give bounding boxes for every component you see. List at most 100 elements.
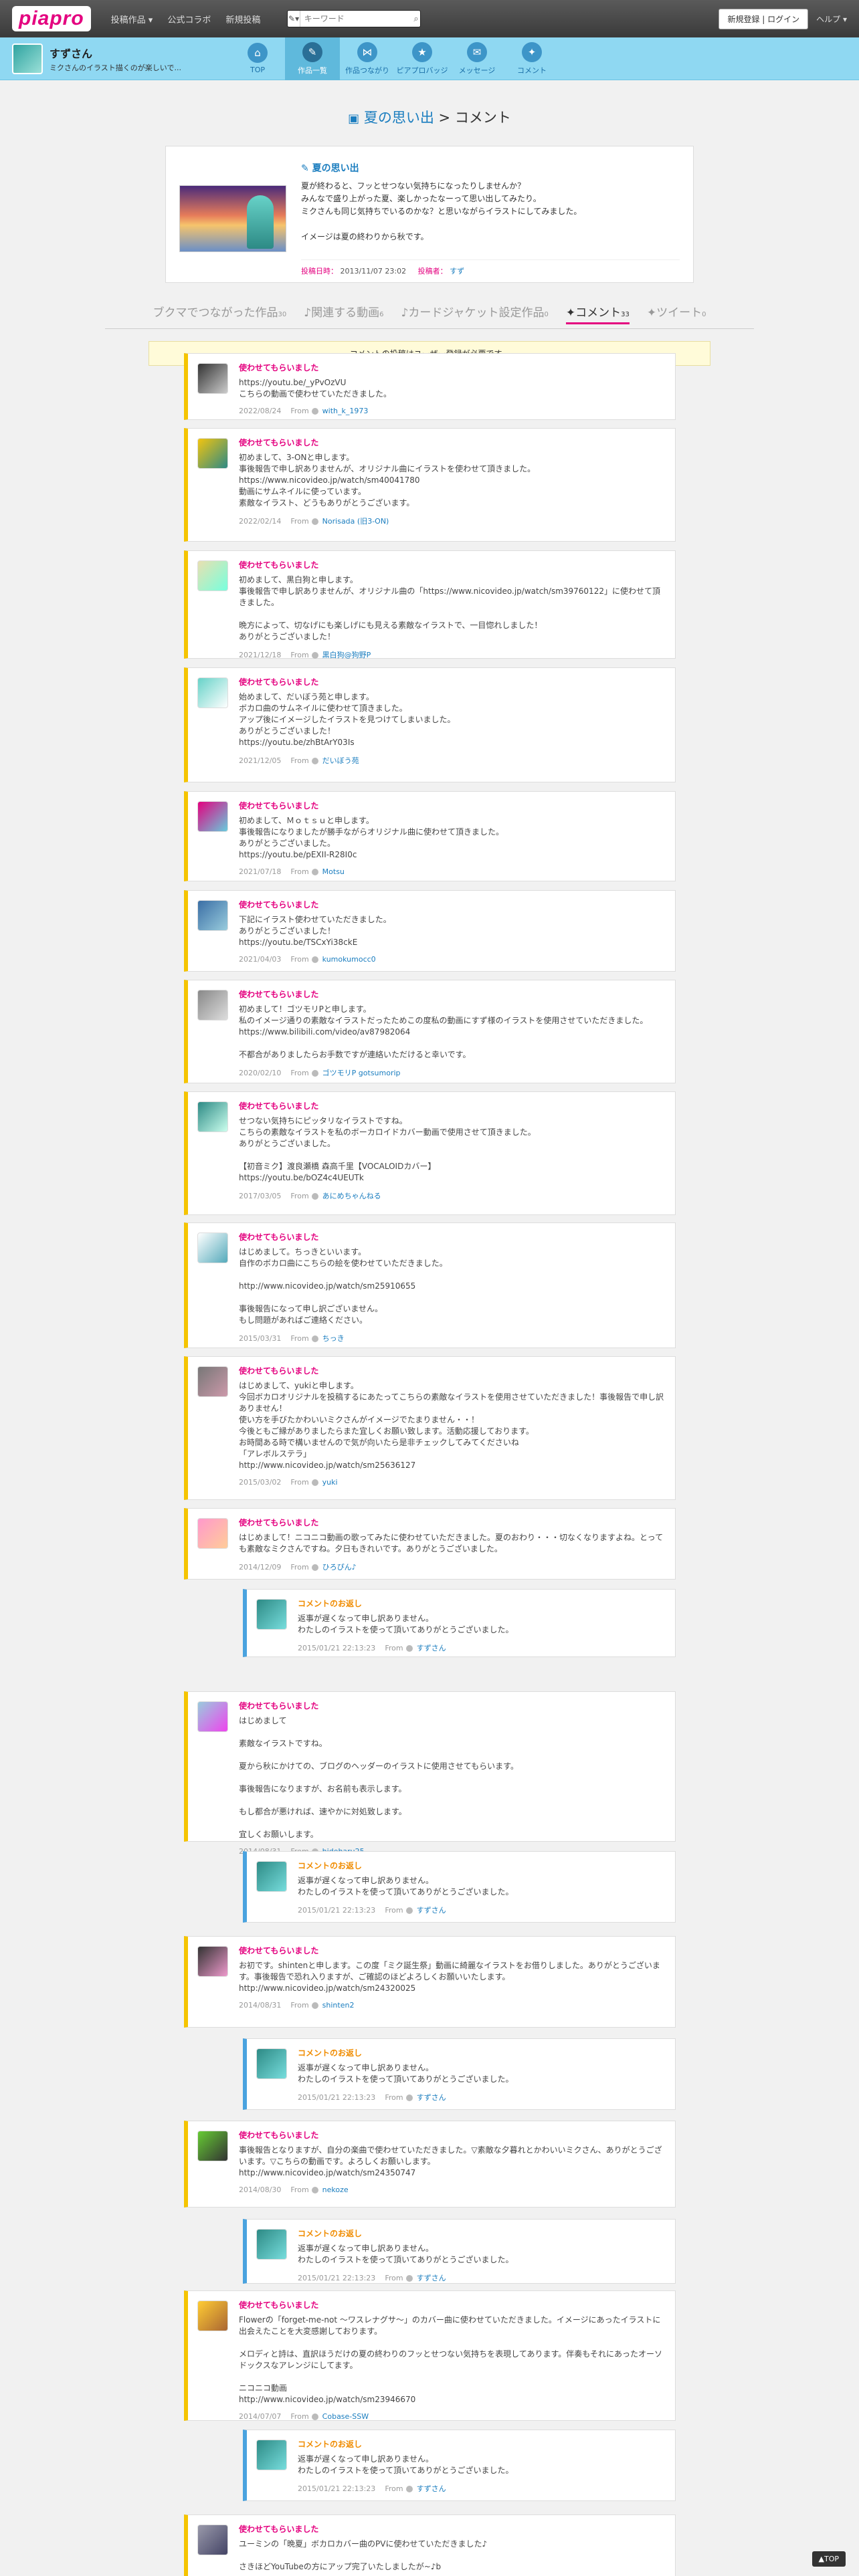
- comment-author[interactable]: Motsu: [322, 867, 345, 876]
- user-nav-top[interactable]: ⌂ TOP: [230, 37, 285, 80]
- comment-author[interactable]: yuki: [322, 1478, 338, 1487]
- comment-author[interactable]: すずさん: [417, 2484, 446, 2493]
- nav-works[interactable]: 投稿作品 ▾: [111, 13, 153, 25]
- comment-author[interactable]: Cobase-SSW: [322, 2412, 369, 2421]
- comment-author[interactable]: nekoze: [322, 2185, 349, 2194]
- nav-official-collab[interactable]: 公式コラボ: [167, 13, 211, 25]
- comment-author[interactable]: すずさん: [417, 1644, 446, 1652]
- search-box: ✎▾ ⌕: [287, 10, 421, 27]
- piapro-logo[interactable]: piapro: [12, 6, 91, 31]
- tab-comments[interactable]: ✦コメント33: [565, 303, 630, 324]
- comment-body: 初めまして！ゴツモリPと申します。 私のイメージ通りの素敵なイラストだったためこ…: [239, 1004, 648, 1059]
- comment-author[interactable]: with_k_1973: [322, 407, 369, 415]
- comment-author[interactable]: Norisada (旧3-ON): [322, 517, 389, 526]
- work-title[interactable]: ✎ 夏の思い出: [301, 161, 680, 175]
- comment-author[interactable]: すずさん: [417, 2274, 446, 2282]
- help-menu[interactable]: ヘルプ ▾: [816, 13, 847, 25]
- comment-item: 使わせてもらいました お初です。shintenと申します。この度「ミク誕生祭」動画…: [184, 1936, 676, 2028]
- comment-author[interactable]: ちっき: [322, 1334, 345, 1343]
- comment-date: 2021/04/03: [239, 955, 282, 964]
- tab-card-jacket[interactable]: ♪カードジャケット設定作品0: [401, 303, 548, 324]
- user-nav-messages[interactable]: ✉ メッセージ: [450, 37, 504, 80]
- user-nav-connections[interactable]: ⋈ 作品つながり: [340, 37, 395, 80]
- from-label: From: [290, 955, 309, 964]
- comment-body: はじめまして！ニコニコ動画の歌ってみたに使わせていただきました。夏のおわり・・・…: [239, 1533, 664, 1553]
- person-icon: [405, 2486, 413, 2492]
- comment-date: 2022/08/24: [239, 407, 282, 415]
- comment-footer: 2017/03/05 From あにめちゃんねる: [239, 1190, 666, 1201]
- search-input[interactable]: [300, 11, 412, 26]
- user-nav-badges[interactable]: ★ ピアプロバッジ: [395, 37, 450, 80]
- user-name[interactable]: すずさん: [50, 45, 223, 61]
- commenter-avatar[interactable]: [197, 1701, 228, 1732]
- commenter-avatar[interactable]: [197, 1101, 228, 1132]
- comment-body: 返事が遅くなって申し訳ありません。 わたしのイラストを使って頂いてありがとうござ…: [298, 2244, 514, 2264]
- top-nav: 投稿作品 ▾ 公式コラボ 新規投稿: [111, 13, 261, 25]
- user-avatar[interactable]: [12, 43, 43, 74]
- commenter-avatar[interactable]: [197, 677, 228, 708]
- person-icon: [311, 518, 318, 525]
- commenter-avatar[interactable]: [197, 1366, 228, 1397]
- comment-footer: 2021/07/18 From Motsu: [239, 867, 666, 876]
- comment-title: コメントのお返し: [298, 2440, 363, 2449]
- comment-author[interactable]: kumokumocc0: [322, 955, 376, 964]
- comment-author[interactable]: ひろぴん♪: [322, 1563, 357, 1572]
- from-label: From: [290, 756, 309, 765]
- commenter-avatar[interactable]: [197, 990, 228, 1021]
- commenter-avatar[interactable]: [197, 2300, 228, 2331]
- commenter-avatar[interactable]: [197, 363, 228, 394]
- comment-author[interactable]: すずさん: [417, 2093, 446, 2102]
- user-nav-comments[interactable]: ✦ コメント: [504, 37, 559, 80]
- comment-author[interactable]: だいぼう苑: [322, 756, 359, 765]
- tab-tweets[interactable]: ✦ツイート0: [647, 303, 706, 324]
- comment-title: 使わせてもらいました: [239, 1946, 319, 1955]
- comment-footer: 2015/01/21 22:13:23 From すずさん: [298, 2272, 666, 2283]
- commenter-avatar[interactable]: [197, 438, 228, 469]
- commenter-avatar[interactable]: [197, 1232, 228, 1263]
- commenter-avatar[interactable]: [197, 560, 228, 591]
- comment-date: 2015/01/21 22:13:23: [298, 2484, 376, 2493]
- comment-author[interactable]: ゴツモリP gotsumorip: [322, 1069, 401, 1077]
- comment-author[interactable]: shinten2: [322, 2001, 355, 2010]
- commenter-avatar[interactable]: [197, 900, 228, 931]
- person-icon: [311, 758, 318, 764]
- commenter-avatar[interactable]: [197, 2131, 228, 2161]
- page-name: コメント: [454, 110, 511, 126]
- work-title-link[interactable]: 夏の思い出: [364, 110, 434, 126]
- commenter-avatar[interactable]: [256, 1861, 287, 1892]
- commenter-avatar[interactable]: [197, 1518, 228, 1549]
- comment-footer: 2021/04/03 From kumokumocc0: [239, 955, 666, 964]
- person-icon: [311, 869, 318, 875]
- comment-author[interactable]: 黒白狗@狗野P: [322, 651, 371, 659]
- commenter-avatar[interactable]: [256, 2229, 287, 2260]
- work-author[interactable]: すず: [450, 267, 464, 276]
- comment-footer: 2020/02/10 From ゴツモリP gotsumorip: [239, 1067, 666, 1078]
- nav-new-post[interactable]: 新規投稿: [225, 13, 260, 25]
- reply-comment: コメントのお返し 返事が遅くなって申し訳ありません。 わたしのイラストを使って頂い…: [243, 1851, 676, 1923]
- user-nav-works[interactable]: ✎ 作品一覧: [285, 37, 340, 80]
- commenter-avatar[interactable]: [256, 2440, 287, 2470]
- register-login-button[interactable]: 新規登録 | ログイン: [719, 8, 809, 29]
- comment-title: 使わせてもらいました: [239, 1366, 319, 1376]
- work-description: 夏が終わると、フッとせつない気持ちになったりしませんか？ みんなで盛り上がった夏…: [301, 181, 582, 241]
- comment-title: コメントのお返し: [298, 2048, 363, 2058]
- commenter-avatar[interactable]: [256, 2048, 287, 2079]
- comment-author[interactable]: すずさん: [417, 1906, 446, 1915]
- search-icon[interactable]: ⌕: [412, 14, 421, 24]
- comment-title: 使わせてもらいました: [239, 900, 319, 909]
- user-description: ミクさんのイラスト描くのが楽しいで...: [50, 63, 181, 72]
- commenter-avatar[interactable]: [197, 801, 228, 832]
- comment-item: 使わせてもらいました 初めまして！ゴツモリPと申します。 私のイメージ通りの素敵な…: [184, 980, 676, 1083]
- pen-dropdown-icon[interactable]: ✎▾: [288, 11, 300, 27]
- tab-bookmark-works[interactable]: ブクマでつながった作品30: [153, 303, 287, 324]
- commenter-avatar[interactable]: [197, 1946, 228, 1977]
- commenter-avatar[interactable]: [197, 2525, 228, 2555]
- comment-item: 使わせてもらいました https://youtu.be/_yPvOzVU こちらの…: [184, 353, 676, 420]
- commenter-avatar[interactable]: [256, 1599, 287, 1630]
- comment-item: 使わせてもらいました 初めまして、3-ONと申します。 事後報告で申し訳ありません…: [184, 428, 676, 542]
- work-thumbnail[interactable]: [179, 185, 286, 252]
- tab-related-videos[interactable]: ♪関連する動画6: [304, 303, 383, 324]
- comment-author[interactable]: あにめちゃんねる: [322, 1192, 381, 1200]
- to-top-button[interactable]: ▲TOP: [812, 2551, 846, 2567]
- comment-date: 2014/07/07: [239, 2412, 282, 2421]
